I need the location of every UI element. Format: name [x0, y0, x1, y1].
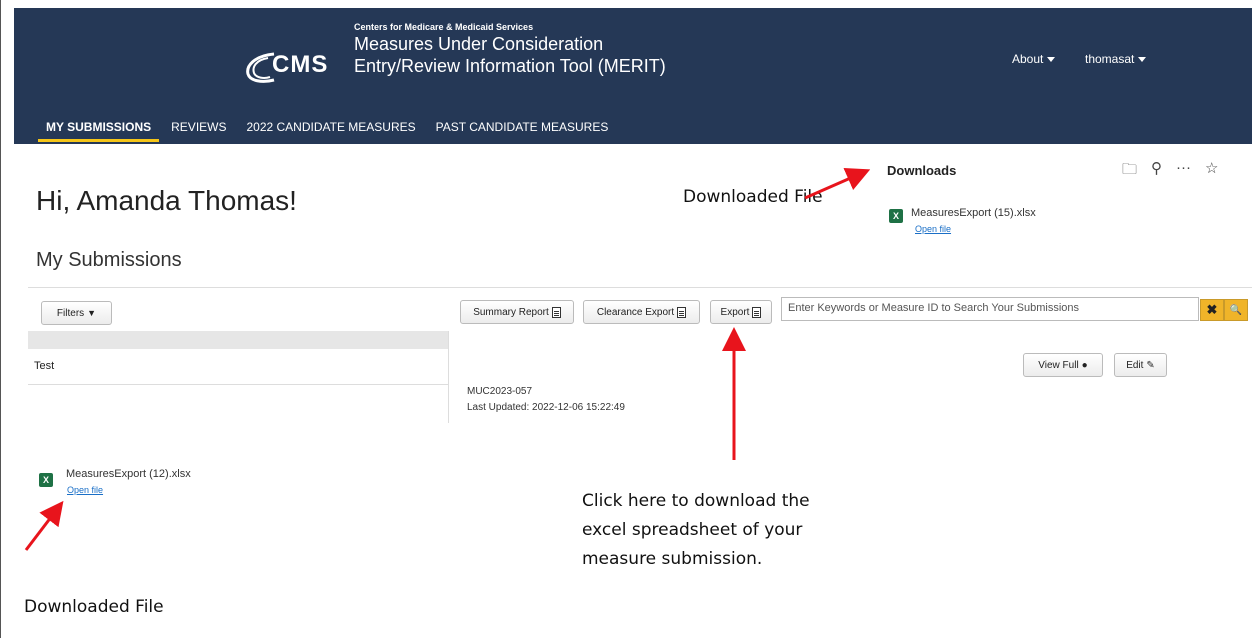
clearance-export-button[interactable]: Clearance Export — [583, 300, 700, 324]
folder-icon[interactable]: 🗀 — [1122, 159, 1137, 184]
about-label: About — [1012, 52, 1044, 66]
callout-export-hint: Click here to download the excel spreads… — [582, 487, 810, 574]
list-item-label: Test — [34, 360, 55, 372]
close-icon: ✖ — [1206, 302, 1218, 317]
tab-reviews[interactable]: REVIEWS — [163, 112, 234, 142]
search-icon: 🔍 — [1229, 304, 1243, 316]
tab-2022-candidate-measures[interactable]: 2022 CANDIDATE MEASURES — [238, 112, 423, 142]
list-item[interactable]: Test — [28, 349, 448, 385]
view-full-label: View Full — [1038, 359, 1079, 371]
about-menu[interactable]: About — [1012, 52, 1056, 66]
last-updated: Last Updated: 2022-12-06 15:22:49 — [467, 402, 625, 413]
clear-search-button[interactable]: ✖ — [1200, 299, 1224, 321]
callout-line: excel spreadsheet of your — [582, 520, 803, 540]
excel-file-icon: X — [39, 473, 53, 487]
downloaded-file-name-bottom: MeasuresExport (12).xlsx — [66, 468, 191, 480]
measure-id: MUC2023-057 — [467, 386, 533, 397]
downloads-panel: Downloads 🗀 ⚲ ··· ☆ X MeasuresExport (15… — [872, 145, 1252, 255]
page-greeting: Hi, Amanda Thomas! — [36, 185, 297, 216]
list-header-bar — [28, 331, 448, 349]
divider — [28, 287, 1252, 288]
app-title-line1: Measures Under Consideration — [354, 34, 604, 54]
filters-label: Filters — [56, 307, 85, 319]
export-label: Export — [720, 306, 750, 318]
filter-icon: ▼ — [87, 308, 97, 318]
open-file-link[interactable]: Open file — [915, 224, 951, 234]
clearance-export-label: Clearance Export — [596, 306, 675, 318]
more-icon[interactable]: ··· — [1176, 159, 1191, 184]
document-icon — [551, 306, 561, 318]
search-button[interactable]: 🔍 — [1224, 299, 1248, 321]
tab-my-submissions[interactable]: MY SUBMISSIONS — [38, 112, 160, 142]
eye-icon: ● — [1081, 359, 1088, 371]
callout-downloaded-file-top: Downloaded File — [683, 187, 823, 207]
callout-downloaded-file-bottom: Downloaded File — [24, 597, 164, 617]
view-full-button[interactable]: View Full ● — [1023, 353, 1103, 377]
chevron-down-icon — [1138, 57, 1147, 63]
summary-report-label: Summary Report — [473, 306, 549, 318]
search-input[interactable]: Enter Keywords or Measure ID to Search Y… — [781, 297, 1199, 321]
filters-button[interactable]: Filters ▼ — [41, 301, 112, 325]
user-label: thomasat — [1085, 52, 1135, 66]
user-menu[interactable]: thomasat — [1085, 52, 1147, 66]
pin-icon[interactable]: ☆ — [1205, 159, 1218, 184]
document-icon — [752, 306, 762, 318]
edit-label: Edit — [1126, 359, 1144, 371]
edit-button[interactable]: Edit ✎ — [1114, 353, 1167, 377]
callout-line: measure submission. — [582, 549, 763, 569]
tab-past-candidate-measures[interactable]: PAST CANDIDATE MEASURES — [428, 112, 617, 142]
app-title-line2: Entry/Review Information Tool (MERIT) — [354, 56, 666, 76]
document-icon — [677, 306, 687, 318]
agency-name: Centers for Medicare & Medicaid Services — [354, 22, 534, 32]
section-title: My Submissions — [36, 249, 182, 271]
main-nav: MY SUBMISSIONS REVIEWS 2022 CANDIDATE ME… — [38, 112, 620, 144]
downloaded-file-name: MeasuresExport (15).xlsx — [911, 207, 1036, 219]
excel-file-icon: X — [889, 209, 903, 223]
cms-logo-text: CMS — [272, 51, 329, 78]
panel-divider — [448, 331, 449, 423]
search-icon[interactable]: ⚲ — [1151, 159, 1162, 184]
chevron-down-icon — [1047, 57, 1056, 63]
downloads-title: Downloads — [887, 163, 957, 178]
callout-line: Click here to download the — [582, 491, 810, 511]
export-button[interactable]: Export — [710, 300, 772, 324]
pencil-icon: ✎ — [1146, 359, 1155, 371]
downloads-toolbar: 🗀 ⚲ ··· ☆ — [1122, 159, 1218, 184]
open-file-link-bottom[interactable]: Open file — [67, 485, 103, 495]
summary-report-button[interactable]: Summary Report — [460, 300, 574, 324]
site-header: CMS Centers for Medicare & Medicaid Serv… — [14, 8, 1252, 144]
